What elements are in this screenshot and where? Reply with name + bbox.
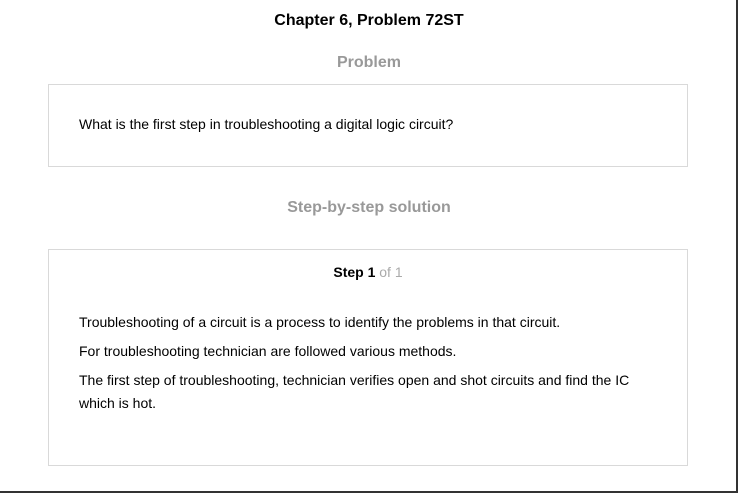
solution-paragraph: Troubleshooting of a circuit is a proces… [79, 314, 561, 330]
step-header: Step 1 of 1 [49, 263, 687, 281]
solution-heading: Step-by-step solution [287, 199, 451, 216]
solution-paragraph: For troubleshooting technician are follo… [79, 343, 457, 359]
chapter-title: Chapter 6, Problem 72ST [274, 12, 464, 29]
solution-paragraph: The first step of troubleshooting, techn… [79, 372, 630, 411]
step-count: of 1 [375, 264, 403, 280]
problem-heading: Problem [336, 54, 401, 71]
step-label: Step 1 [333, 264, 376, 280]
step-body: Troubleshooting of a circuit is a proces… [79, 311, 659, 421]
solution-box: Step 1 of 1 Troubleshooting of a circuit… [48, 249, 688, 466]
problem-text: What is the first step in troubleshootin… [79, 116, 454, 132]
problem-box: What is the first step in troubleshootin… [48, 84, 688, 167]
